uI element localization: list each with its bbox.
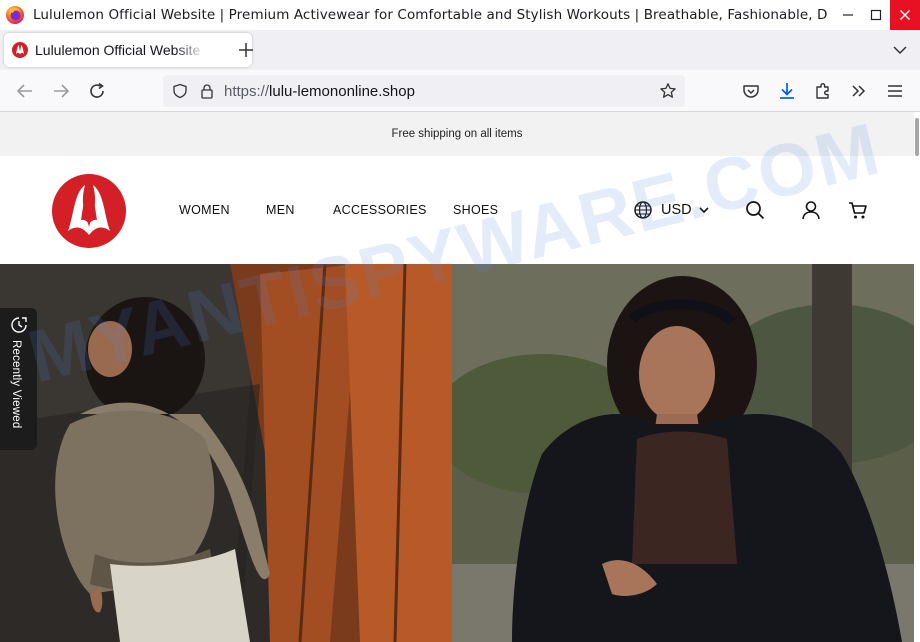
new-tab-icon[interactable]: [235, 39, 257, 61]
tab-title-fade: [174, 38, 206, 62]
maximize-button[interactable]: [862, 0, 890, 30]
extensions-puzzle-icon[interactable]: [812, 80, 834, 102]
nav-men[interactable]: MEN: [266, 203, 295, 217]
hero-image-black-puffer[interactable]: [452, 264, 914, 642]
lululemon-logo-icon[interactable]: [52, 174, 126, 248]
close-icon: [900, 10, 910, 20]
url-scheme: https://: [224, 83, 270, 100]
page-scrollbar[interactable]: [914, 112, 920, 642]
search-icon[interactable]: [744, 199, 766, 221]
forward-arrow-icon[interactable]: [50, 80, 72, 102]
nav-women[interactable]: WOMEN: [179, 203, 230, 217]
globe-icon: [634, 201, 652, 219]
url-bar[interactable]: https://lulu-lemononline.shop: [163, 75, 685, 107]
browser-window: Lululemon Official Website | Premium Act…: [0, 0, 920, 642]
reload-icon[interactable]: [86, 80, 108, 102]
hero-image-bomber-jacket[interactable]: [0, 264, 452, 642]
recently-viewed-icon: [11, 317, 27, 333]
downloads-icon[interactable]: [776, 80, 798, 102]
lululemon-favicon-icon: [12, 42, 28, 58]
url-host: lulu-lemononline.shop: [269, 83, 415, 100]
tab-lululemon[interactable]: Lululemon Official Website: [4, 33, 252, 67]
promo-banner: Free shipping on all items: [0, 112, 914, 156]
tab-strip: Lululemon Official Website: [0, 30, 920, 70]
chevron-down-icon: [699, 207, 709, 214]
bookmark-star-icon[interactable]: [659, 82, 677, 100]
nav-accessories[interactable]: ACCESSORIES: [333, 203, 427, 217]
recently-viewed-label: Recently Viewed: [10, 340, 22, 429]
tracking-protection-shield-icon[interactable]: [172, 83, 188, 99]
url-text: https://lulu-lemononline.shop: [224, 83, 415, 100]
scrollbar-thumb[interactable]: [915, 118, 919, 156]
more-tools-chevron-icon[interactable]: [848, 80, 870, 102]
currency-selector[interactable]: USD: [633, 199, 710, 221]
promo-text: Free shipping on all items: [391, 128, 523, 140]
web-page: Free shipping on all items WOMEN MEN ACC…: [0, 112, 920, 642]
site-header: WOMEN MEN ACCESSORIES SHOES USD: [0, 156, 914, 264]
minimize-icon: [843, 14, 853, 16]
window-title: Lululemon Official Website | Premium Act…: [33, 7, 828, 23]
maximize-icon: [870, 9, 882, 21]
currency-label: USD: [661, 202, 692, 218]
firefox-logo-icon: [6, 6, 24, 24]
close-window-button[interactable]: [890, 0, 920, 30]
pocket-icon[interactable]: [740, 80, 762, 102]
navigation-toolbar: https://lulu-lemononline.shop: [0, 70, 920, 112]
hamburger-menu-icon[interactable]: [884, 80, 906, 102]
list-all-tabs-icon[interactable]: [890, 40, 910, 60]
minimize-button[interactable]: [834, 0, 862, 30]
account-icon[interactable]: [800, 199, 822, 221]
recently-viewed-tab[interactable]: Recently Viewed: [0, 308, 37, 450]
back-arrow-icon[interactable]: [14, 80, 36, 102]
hero-banner[interactable]: [0, 264, 914, 642]
cart-icon[interactable]: [847, 199, 869, 221]
nav-shoes[interactable]: SHOES: [453, 203, 498, 217]
lock-icon[interactable]: [199, 83, 215, 99]
title-bar: Lululemon Official Website | Premium Act…: [0, 0, 920, 30]
